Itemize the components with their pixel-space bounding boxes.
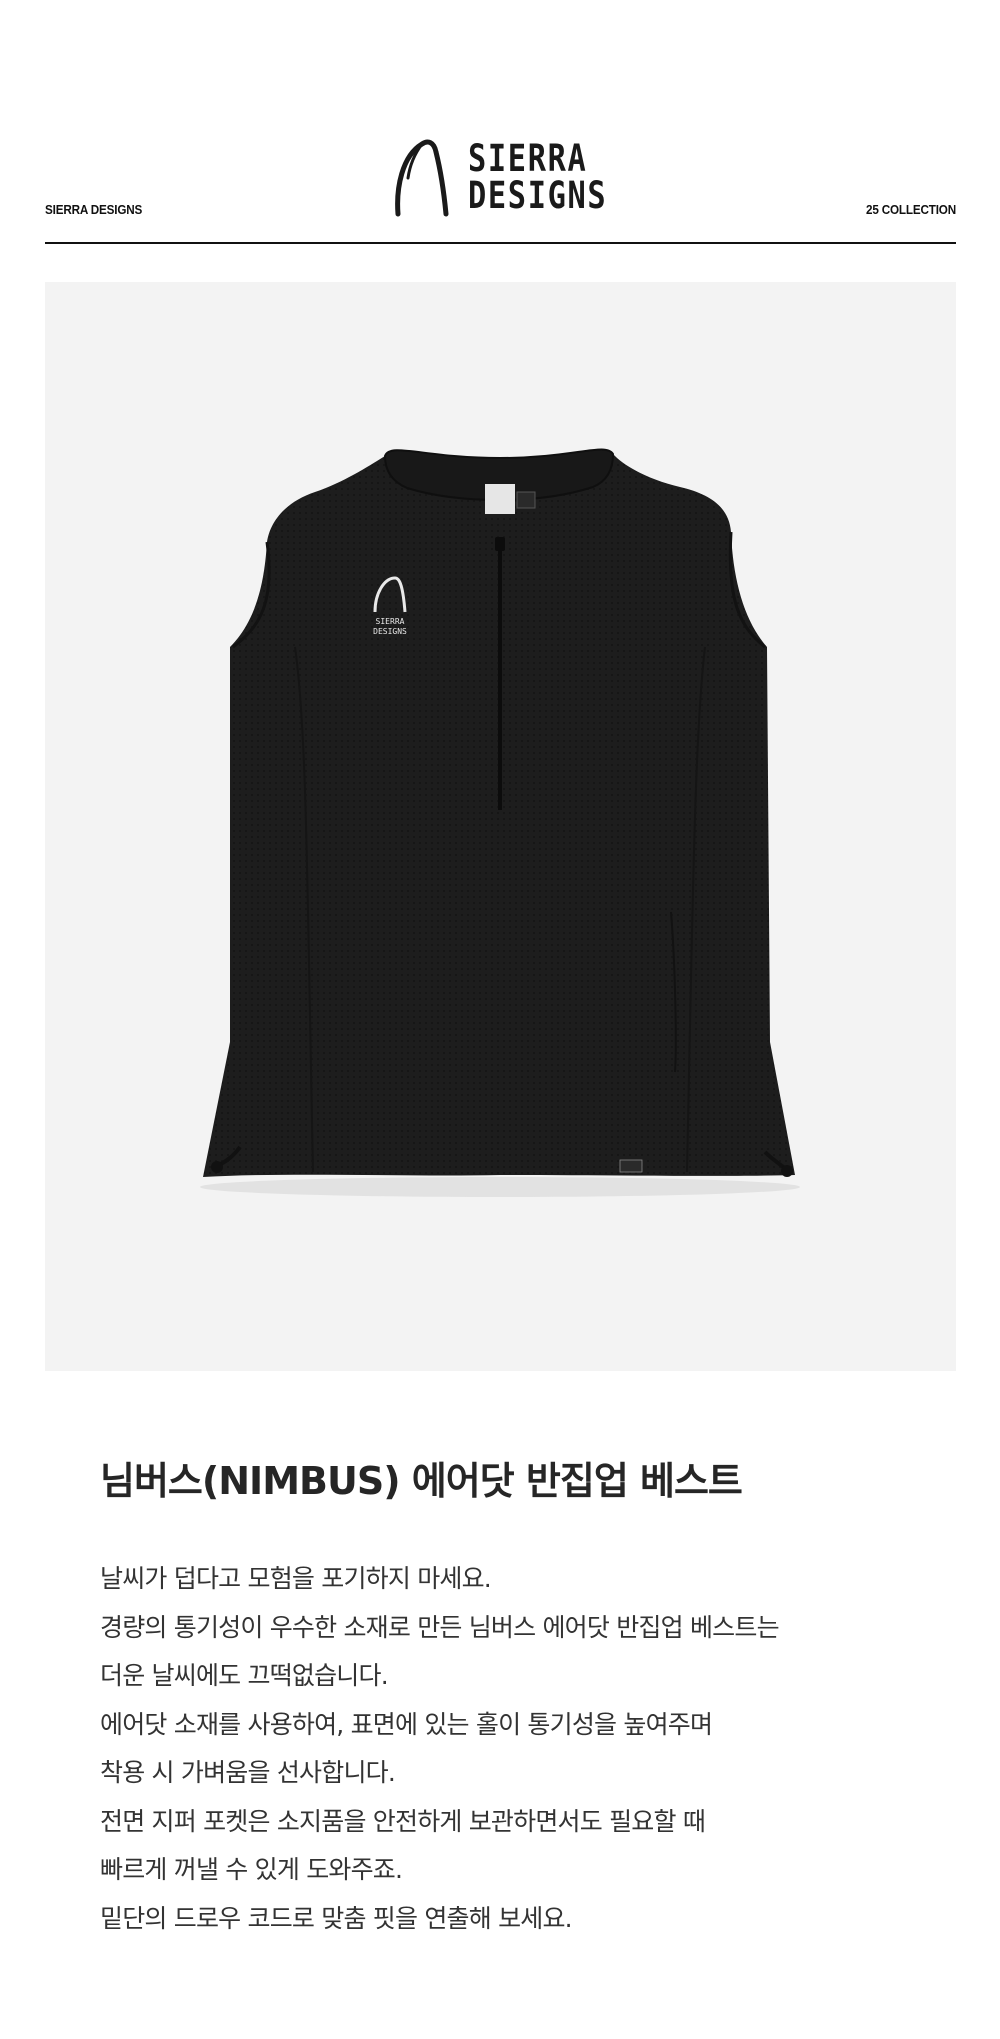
- page-header: SIERRA DESIGNS SIERRA DESIGNS 25 COLLECT…: [45, 130, 956, 245]
- description-line: 밑단의 드로우 코드로 맞춤 핏을 연출해 보세요.: [100, 1903, 573, 1933]
- size-tag: [516, 491, 536, 509]
- hem-label: [619, 1159, 643, 1173]
- description-line: 전면 지퍼 포켓은 소지품을 안전하게 보관하면서도 필요할 때: [100, 1806, 706, 1836]
- header-divider: [45, 242, 956, 244]
- zipper-pull: [495, 537, 505, 551]
- sierra-designs-logo[interactable]: SIERRA DESIGNS: [390, 130, 620, 220]
- chest-logo-text-2: DESIGNS: [373, 627, 407, 636]
- description-line: 경량의 통기성이 우수한 소재로 만든 님버스 에어닷 반집업 베스트는: [100, 1612, 780, 1642]
- description-line: 에어닷 소재를 사용하여, 표면에 있는 홀이 통기성을 높여주며: [100, 1709, 713, 1739]
- brand-label: SIERRA DESIGNS: [45, 202, 143, 217]
- neck-label: [485, 484, 515, 514]
- arch-logo-icon: [395, 139, 449, 217]
- collection-label: 25 COLLECTION: [866, 202, 956, 217]
- product-description: 날씨가 덥다고 모험을 포기하지 마세요. 경량의 통기성이 우수한 소재로 만…: [100, 1555, 920, 1943]
- logo-line-2: DESIGNS: [468, 174, 608, 217]
- logo-line-1: SIERRA: [468, 137, 588, 180]
- vest-illustration: SIERRA DESIGNS: [200, 448, 800, 1197]
- description-line: 빠르게 꺼낼 수 있게 도와주죠.: [100, 1855, 403, 1884]
- description-line: 착용 시 가벼움을 선사합니다.: [100, 1758, 396, 1787]
- chest-logo-text-1: SIERRA: [376, 617, 405, 626]
- product-image: SIERRA DESIGNS: [45, 282, 956, 1371]
- product-title: 님버스(NIMBUS) 에어닷 반집업 베스트: [100, 1459, 743, 1503]
- description-line: 날씨가 덥다고 모험을 포기하지 마세요.: [100, 1564, 492, 1593]
- description-line: 더운 날씨에도 끄떡없습니다.: [100, 1661, 389, 1690]
- vest-shadow: [200, 1177, 800, 1197]
- logo-wordmark: SIERRA DESIGNS: [468, 140, 607, 214]
